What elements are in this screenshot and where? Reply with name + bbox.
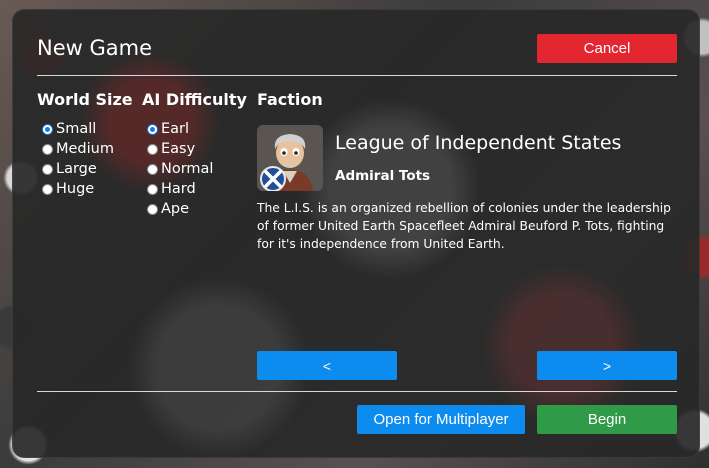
faction-description: The L.I.S. is an organized rebellion of … <box>257 201 671 251</box>
world-size-option-small[interactable]: Small <box>42 119 114 139</box>
cancel-button[interactable]: Cancel <box>537 34 677 63</box>
ai-difficulty-options: Earl Easy Normal Hard Ape <box>147 119 213 219</box>
radio-button[interactable] <box>147 123 158 135</box>
begin-button[interactable]: Begin <box>537 405 677 434</box>
faction-name: League of Independent States <box>335 132 622 154</box>
open-for-multiplayer-button[interactable]: Open for Multiplayer <box>357 405 525 434</box>
new-game-dialog: New Game Cancel World Size Small Medium … <box>12 9 700 458</box>
top-divider <box>37 75 677 76</box>
world-size-option-large[interactable]: Large <box>42 159 114 179</box>
ai-difficulty-heading: AI Difficulty <box>142 90 247 109</box>
ai-difficulty-option-hard[interactable]: Hard <box>147 179 213 199</box>
leader-portrait <box>257 125 323 191</box>
ai-difficulty-option-easy[interactable]: Easy <box>147 139 213 159</box>
dialog-title: New Game <box>37 36 152 60</box>
radio-button[interactable] <box>42 143 53 155</box>
ai-difficulty-option-ape[interactable]: Ape <box>147 199 213 219</box>
ai-difficulty-option-normal[interactable]: Normal <box>147 159 213 179</box>
radio-label: Earl <box>161 121 190 137</box>
leader-name: Admiral Tots <box>335 168 431 184</box>
radio-label: Normal <box>161 161 214 177</box>
ai-difficulty-option-earl[interactable]: Earl <box>147 119 213 139</box>
radio-label: Medium <box>56 141 114 157</box>
radio-label: Ape <box>161 201 190 217</box>
world-size-heading: World Size <box>37 90 133 109</box>
radio-label: Small <box>56 121 97 137</box>
radio-button[interactable] <box>42 163 53 175</box>
radio-button[interactable] <box>42 123 53 135</box>
radio-label: Hard <box>161 181 196 197</box>
world-size-options: Small Medium Large Huge <box>42 119 114 199</box>
radio-label: Large <box>56 161 97 177</box>
radio-button[interactable] <box>147 203 158 215</box>
radio-button[interactable] <box>147 163 158 175</box>
bottom-divider <box>37 391 677 392</box>
previous-faction-button[interactable]: < <box>257 351 397 380</box>
leader-portrait-icon <box>257 125 323 191</box>
radio-button[interactable] <box>147 183 158 195</box>
world-size-option-medium[interactable]: Medium <box>42 139 114 159</box>
radio-button[interactable] <box>42 183 53 195</box>
next-faction-button[interactable]: > <box>537 351 677 380</box>
radio-button[interactable] <box>147 143 158 155</box>
world-size-option-huge[interactable]: Huge <box>42 179 114 199</box>
faction-heading: Faction <box>257 90 323 109</box>
radio-label: Easy <box>161 141 196 157</box>
radio-label: Huge <box>56 181 95 197</box>
